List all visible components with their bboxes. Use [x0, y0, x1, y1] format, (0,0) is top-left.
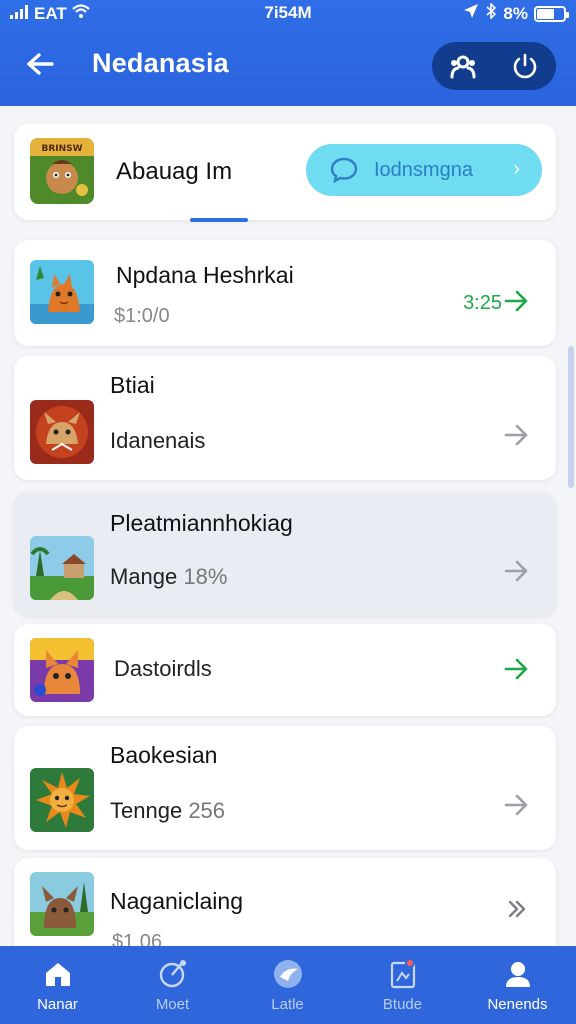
arrow-right-icon[interactable]	[502, 556, 532, 586]
people-button[interactable]	[443, 46, 483, 86]
game-thumbnail	[30, 260, 94, 324]
chat-pill-label: Iodnsmgna	[374, 159, 473, 181]
document-icon	[385, 958, 421, 990]
item-percent: 18%	[183, 564, 228, 589]
location-icon	[463, 3, 479, 24]
item-price: $1:0/0	[114, 305, 170, 327]
bluetooth-icon	[485, 2, 497, 24]
people-icon	[450, 55, 476, 79]
item-title: Dastoirdls	[114, 656, 212, 681]
item-title: Pleatmiannhokiag	[110, 510, 293, 536]
game-thumbnail	[30, 536, 94, 600]
item-subtitle: Mange	[110, 564, 178, 589]
nav-btude[interactable]: Btude	[345, 946, 460, 1024]
list-item[interactable]: Btiai Idanenais	[14, 356, 556, 480]
app-header: EAT 7i54M 8% Nedanasia	[0, 0, 576, 106]
game-thumbnail	[30, 638, 94, 702]
top-card: BRINSW Abauag Im Iodnsmgna ›	[14, 124, 556, 220]
arrow-right-icon[interactable]	[502, 654, 532, 684]
person-icon	[500, 958, 536, 990]
top-card-name: Abauag Im	[116, 158, 233, 185]
nav-label: Moet	[155, 996, 190, 1013]
list-item[interactable]: Dastoirdls	[14, 624, 556, 716]
item-title: Btiai	[110, 372, 155, 398]
arrow-right-icon[interactable]	[502, 420, 532, 450]
bottom-nav: Nanar Moet Latle Btude Nenends	[0, 946, 576, 1024]
nav-latle[interactable]: Latle	[230, 946, 345, 1024]
nav-label: Nanar	[37, 996, 78, 1013]
nav-nenends[interactable]: Nenends	[460, 946, 575, 1024]
power-icon	[513, 53, 537, 79]
item-subtitle: Tenngе	[110, 798, 183, 823]
back-arrow-icon	[27, 53, 54, 75]
nav-moet[interactable]: Moet	[115, 946, 230, 1024]
chart-icon	[155, 958, 191, 990]
svg-text:BRINSW: BRINSW	[41, 144, 82, 154]
item-time: 3:25	[463, 292, 502, 314]
list-item[interactable]: Baokesian Tenngе 256	[14, 726, 556, 850]
home-icon	[40, 958, 76, 990]
battery-icon	[534, 5, 569, 22]
header-actions	[432, 42, 556, 90]
arrow-right-icon[interactable]	[502, 286, 532, 316]
active-tab-indicator	[190, 218, 248, 222]
item-subtitle: Idanenais	[110, 428, 206, 453]
chevron-right-icon: ›	[513, 158, 520, 180]
list-item[interactable]: Naganiclaing $1.06	[14, 858, 556, 946]
item-title: Npdana Heshrkai	[116, 262, 294, 288]
list-item-highlighted[interactable]: Pleatmiannhokiag Mange 18%	[14, 492, 556, 616]
notification-dot	[405, 958, 415, 968]
bird-icon	[270, 958, 306, 990]
list-item[interactable]: Npdana Heshrkai $1:0/0 3:25	[14, 240, 556, 346]
battery-percent: 8%	[503, 3, 528, 23]
game-thumbnail: BRINSW	[30, 138, 94, 204]
game-thumbnail	[30, 768, 94, 832]
arrow-right-icon[interactable]	[502, 790, 532, 820]
page-title: Nedanasia	[92, 48, 229, 78]
content-area[interactable]: BRINSW Abauag Im Iodnsmgna › Npdana Hesh…	[0, 106, 576, 946]
item-title: Naganiclaing	[110, 888, 243, 914]
game-thumbnail	[30, 872, 94, 936]
back-button[interactable]	[20, 44, 60, 84]
status-bar: EAT 7i54M 8%	[0, 0, 576, 28]
item-title: Baokesian	[110, 742, 218, 768]
game-thumbnail	[30, 400, 94, 464]
item-count: 256	[188, 798, 226, 823]
nav-label: Btude	[382, 996, 423, 1013]
nav-home[interactable]: Nanar	[0, 946, 115, 1024]
double-chevron-icon[interactable]	[502, 894, 532, 924]
power-button[interactable]	[505, 46, 545, 86]
item-price: $1.06	[112, 931, 163, 946]
nav-label: Nenends	[487, 996, 548, 1013]
scrollbar[interactable]	[568, 346, 574, 488]
chat-bubble-icon	[330, 157, 358, 188]
status-right: 8%	[463, 2, 569, 24]
nav-label: Latle	[271, 996, 304, 1013]
chat-pill-button[interactable]: Iodnsmgna ›	[306, 144, 542, 196]
